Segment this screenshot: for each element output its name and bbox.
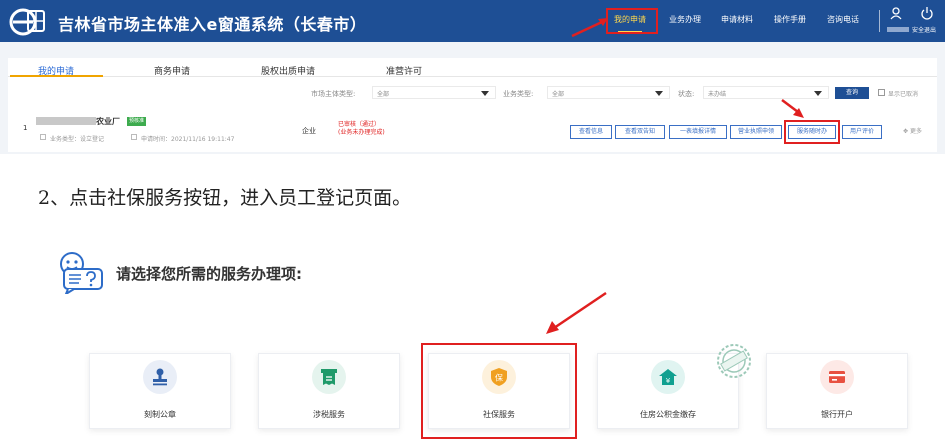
status-label: 状态:	[678, 90, 695, 98]
review-status: 已审核（通过） (业务未办理完成)	[338, 121, 385, 137]
chevron-down-icon	[481, 91, 489, 96]
business-type-meta: 业务类型：设立登记	[50, 136, 105, 143]
chevron-down-icon	[814, 91, 822, 96]
entity-type-value: 全部	[377, 91, 390, 98]
card-icon	[820, 360, 854, 394]
user-icon[interactable]	[889, 6, 903, 20]
top-navbar: 吉林省市场主体准入e窗通系统（长春市） 我的申请 业务办理 申请材料 操作手册 …	[0, 0, 945, 42]
nav-hotline[interactable]: 咨询电话	[827, 14, 859, 28]
status-select[interactable]: 未办结	[703, 86, 829, 99]
service-section-title: 请选择您所需的服务办理项:	[116, 265, 302, 283]
form-details-button[interactable]: 一表填报详情	[669, 125, 727, 139]
status-badge: 预核准	[127, 117, 147, 126]
user-review-button[interactable]: 用户评价	[842, 125, 882, 139]
chevron-down-icon	[655, 91, 663, 96]
tab-active-underline	[10, 75, 103, 77]
service-label: 刻制公章	[144, 410, 176, 419]
entity-type-label: 市场主体类型:	[311, 90, 356, 98]
business-type-label: 业务类型:	[503, 90, 534, 98]
logout-link[interactable]: 安全退出	[912, 25, 936, 34]
view-notice-button[interactable]: 查看双告知	[615, 125, 665, 139]
svg-text:¥: ¥	[666, 377, 671, 385]
service-card-seal[interactable]: 刻制公章	[89, 353, 231, 429]
page: 吉林省市场主体准入e窗通系统（长春市） 我的申请 业务办理 申请材料 操作手册 …	[0, 0, 945, 444]
annotation-arrow-card	[546, 291, 607, 334]
license-apply-button[interactable]: 营业执照申领	[730, 125, 782, 139]
entity-type: 企业	[302, 127, 316, 135]
entity-type-select[interactable]: 全部	[372, 86, 496, 99]
review-status-line2: (业务未办理完成)	[338, 129, 385, 136]
row-index: 1	[23, 124, 28, 132]
company-name-blurred	[36, 117, 96, 125]
username-blurred	[887, 27, 909, 32]
review-status-line1: 已审核（通过）	[338, 121, 381, 128]
highlight-box-service	[784, 120, 840, 144]
stamp-icon	[143, 360, 177, 394]
more-label: 更多	[909, 128, 922, 135]
highlight-box-nav	[606, 8, 658, 34]
header-separator	[879, 10, 880, 32]
nav-materials[interactable]: 申请材料	[721, 14, 753, 28]
doc-icon	[40, 134, 46, 140]
house-icon: ¥	[651, 360, 685, 394]
receipt-icon	[312, 360, 346, 394]
service-label: 银行开户	[821, 410, 853, 419]
tab-divider	[8, 76, 937, 77]
business-type-select[interactable]: 全部	[547, 86, 670, 99]
service-card-tax[interactable]: 涉税服务	[258, 353, 400, 429]
highlight-box-social-security	[421, 343, 577, 439]
show-cancelled-label: 显示已取消	[888, 91, 919, 98]
show-cancelled-checkbox[interactable]	[878, 89, 885, 96]
service-card-bank[interactable]: 银行开户	[766, 353, 908, 429]
nav-manual[interactable]: 操作手册	[774, 14, 806, 28]
power-icon[interactable]	[920, 6, 934, 20]
annotation-arrow-nav	[571, 18, 608, 38]
view-info-button[interactable]: 查看信息	[570, 125, 612, 139]
instruction-text: 2、点击社保服务按钮，进入员工登记页面。	[38, 187, 412, 209]
more-link[interactable]: ✥ 更多	[903, 126, 922, 135]
business-type-value: 全部	[552, 91, 565, 98]
company-name: 农业厂	[96, 117, 120, 126]
completed-stamp-icon	[717, 344, 751, 378]
app-title: 吉林省市场主体准入e窗通系统（长春市）	[58, 15, 367, 34]
question-chat-icon	[60, 252, 103, 294]
service-label: 涉税服务	[313, 410, 345, 419]
annotation-arrow-service	[781, 99, 804, 118]
nav-business[interactable]: 业务办理	[669, 14, 701, 28]
query-button[interactable]: 查询	[835, 87, 869, 99]
e-window-logo-icon	[9, 8, 45, 36]
status-value: 未办结	[708, 91, 727, 98]
clock-icon	[131, 134, 137, 140]
service-label: 住房公积金缴存	[640, 410, 696, 419]
apply-time: 申请时间：2021/11/16 19:11:47	[141, 136, 235, 143]
